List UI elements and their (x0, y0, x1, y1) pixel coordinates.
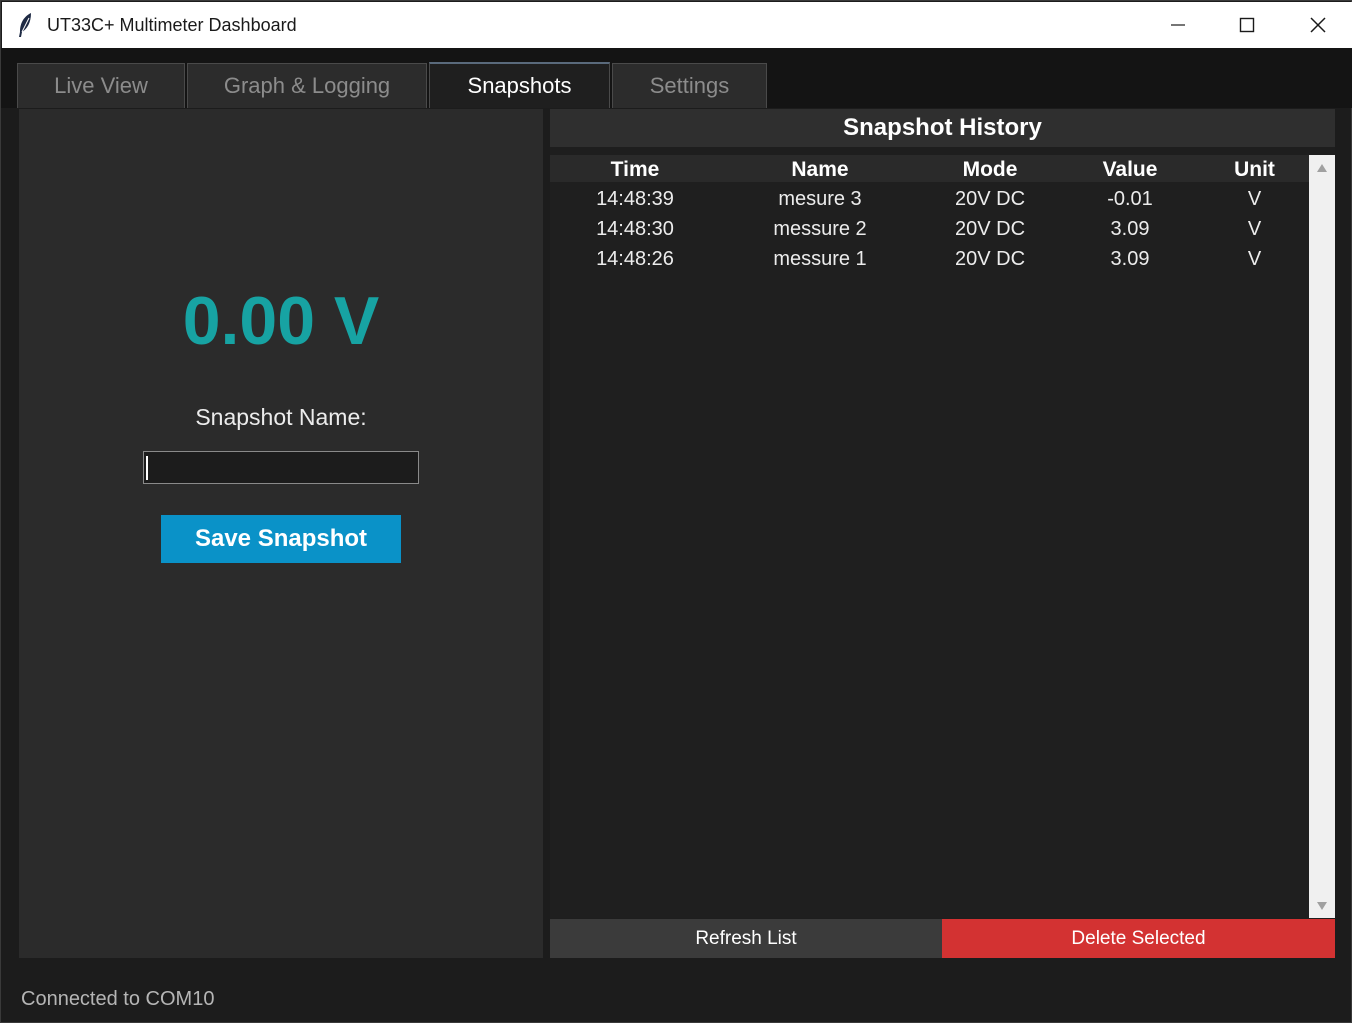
cell-name: mesure 3 (778, 188, 862, 210)
delete-selected-button[interactable]: Delete Selected (942, 919, 1335, 958)
cell-value: 3.09 (1110, 248, 1150, 270)
close-icon (1309, 17, 1326, 33)
cell-mode: 20V DC (954, 188, 1026, 210)
history-title: Snapshot History (550, 109, 1335, 147)
app-window: UT33C+ Multimeter Dashboard Live View Gr… (0, 0, 1352, 1023)
cell-unit: V (1247, 218, 1262, 240)
tab-live-view[interactable]: Live View (17, 63, 185, 108)
column-header-mode[interactable]: Mode (920, 155, 1060, 182)
maximize-button[interactable] (1212, 2, 1281, 48)
tab-settings[interactable]: Settings (612, 63, 767, 108)
tab-snapshots[interactable]: Snapshots (429, 62, 610, 108)
cell-time: 14:48:30 (596, 218, 674, 240)
scroll-down-icon[interactable] (1317, 902, 1327, 910)
refresh-list-button[interactable]: Refresh List (550, 919, 942, 958)
save-snapshot-button[interactable]: Save Snapshot (161, 515, 401, 563)
column-header-unit[interactable]: Unit (1200, 155, 1309, 182)
table-row[interactable]: 14:48:26 messure 1 20V DC 3.09 V (550, 244, 1309, 274)
table-scrollbar[interactable] (1309, 155, 1335, 918)
feather-icon (16, 12, 36, 38)
window-title: UT33C+ Multimeter Dashboard (47, 15, 297, 35)
cell-time: 14:48:26 (596, 248, 674, 270)
text-caret (146, 456, 148, 480)
snapshot-name-label: Snapshot Name: (195, 404, 367, 430)
cell-mode: 20V DC (954, 248, 1026, 270)
minimize-button[interactable] (1143, 2, 1212, 48)
scroll-up-icon[interactable] (1317, 164, 1327, 172)
cell-unit: V (1247, 248, 1262, 270)
status-text: Connected to COM10 (21, 988, 215, 1010)
close-button[interactable] (1283, 2, 1352, 48)
snapshot-table: Time Name Mode Value Unit 14:48:39 mesur… (550, 155, 1309, 918)
cell-unit: V (1247, 188, 1262, 210)
cell-name: messure 1 (773, 248, 867, 270)
tab-bar: Live View Graph & Logging Snapshots Sett… (1, 48, 1352, 108)
tab-graph-logging[interactable]: Graph & Logging (187, 63, 427, 108)
title-bar: UT33C+ Multimeter Dashboard (2, 2, 1352, 48)
live-reading: 0.00 V (182, 283, 380, 359)
cell-mode: 20V DC (954, 218, 1026, 240)
column-header-name[interactable]: Name (720, 155, 920, 182)
cell-value: 3.09 (1110, 218, 1150, 240)
table-row[interactable]: 14:48:30 messure 2 20V DC 3.09 V (550, 214, 1309, 244)
table-row[interactable]: 14:48:39 mesure 3 20V DC -0.01 V (550, 184, 1309, 214)
cell-value: -0.01 (1107, 188, 1153, 210)
cell-time: 14:48:39 (596, 188, 674, 210)
maximize-icon (1239, 17, 1254, 33)
snapshot-name-input[interactable] (143, 451, 419, 484)
snapshot-capture-panel: 0.00 V Snapshot Name: Save Snapshot (19, 109, 543, 958)
minimize-icon (1170, 24, 1185, 26)
column-header-time[interactable]: Time (550, 155, 720, 182)
snapshot-history-panel: Snapshot History Time Name Mode Value Un… (550, 109, 1335, 958)
cell-name: messure 2 (773, 218, 867, 240)
table-header: Time Name Mode Value Unit (550, 155, 1309, 182)
column-header-value[interactable]: Value (1060, 155, 1200, 182)
